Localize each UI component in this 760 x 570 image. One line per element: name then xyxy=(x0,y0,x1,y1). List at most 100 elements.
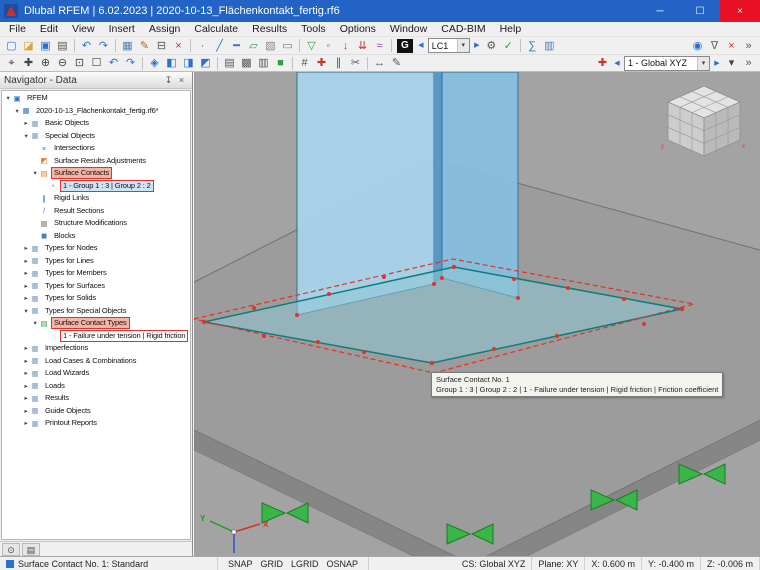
maximize-button[interactable]: ☐ xyxy=(680,0,720,22)
new-member-icon[interactable]: ━ xyxy=(228,38,245,54)
close-button[interactable]: × xyxy=(720,0,760,22)
visibility-icon[interactable]: ◉ xyxy=(689,38,706,54)
wireframe-display-icon[interactable]: ▤ xyxy=(221,55,238,71)
expander-right-icon[interactable]: ▸ xyxy=(22,369,30,377)
isometric-view-icon[interactable]: ◈ xyxy=(146,55,163,71)
new-hinge-icon[interactable]: ◦ xyxy=(320,38,337,54)
tree-item-intersections[interactable]: × Intersections xyxy=(2,142,190,155)
edit-mode-icon[interactable]: ✎ xyxy=(136,38,153,54)
tree-item-loads[interactable]: ▸ ▦ Loads xyxy=(2,380,190,393)
expander-down-icon[interactable]: ▾ xyxy=(31,169,39,177)
result-tables-icon[interactable]: ▥ xyxy=(541,38,558,54)
transparent-display-icon[interactable]: ▥ xyxy=(255,55,272,71)
view-y-icon[interactable]: ◨ xyxy=(180,55,197,71)
zoom-out-icon[interactable]: ⊖ xyxy=(54,55,71,71)
redo-icon[interactable]: ↷ xyxy=(95,38,112,54)
navigator-display-tab[interactable]: ▤ xyxy=(22,542,40,556)
coordinate-system-previous-button[interactable]: ◀ xyxy=(611,56,623,71)
tree-item-load-cases-combinations[interactable]: ▸ ▦ Load Cases & Combinations xyxy=(2,355,190,368)
previous-view-icon[interactable]: ↶ xyxy=(105,55,122,71)
tree-item-1-failure-under-tension-rigid-friction[interactable]: ▫ 1 - Failure under tension | Rigid frict… xyxy=(2,329,190,343)
expander-right-icon[interactable]: ▸ xyxy=(22,282,30,290)
tree-item-guide-objects[interactable]: ▸ ▦ Guide Objects xyxy=(2,405,190,418)
minimize-button[interactable]: ─ xyxy=(640,0,680,22)
imperfection-icon[interactable]: ≈ xyxy=(371,38,388,54)
nodal-load-icon[interactable]: ↓ xyxy=(337,38,354,54)
work-plane-icon[interactable]: ∥ xyxy=(330,55,347,71)
load-case-g-badge[interactable]: G xyxy=(397,38,413,53)
menu-insert[interactable]: Insert xyxy=(102,22,142,37)
tree-item-printout-reports[interactable]: ▸ ▦ Printout Reports xyxy=(2,417,190,430)
surface-load-icon[interactable]: ⇊ xyxy=(354,38,371,54)
expander-right-icon[interactable]: ▸ xyxy=(22,419,30,427)
new-solid-icon[interactable]: ▧ xyxy=(262,38,279,54)
wall-surface-right[interactable] xyxy=(441,72,519,299)
toggle-snap[interactable]: SNAP xyxy=(224,559,257,569)
menu-calculate[interactable]: Calculate xyxy=(187,22,245,37)
menu-assign[interactable]: Assign xyxy=(142,22,188,37)
new-surface-icon[interactable]: ▱ xyxy=(245,38,262,54)
zoom-window-icon[interactable]: ⊡ xyxy=(71,55,88,71)
dimensions-icon[interactable]: ↔ xyxy=(371,55,388,71)
tree-item-types-for-special-objects[interactable]: ▾ ▦ Types for Special Objects xyxy=(2,305,190,318)
toggle-grid[interactable]: GRID xyxy=(257,559,288,569)
coordinate-system-next-button[interactable]: ▶ xyxy=(711,56,723,71)
toggle-lgrid[interactable]: LGRID xyxy=(287,559,323,569)
undo-icon[interactable]: ↶ xyxy=(78,38,95,54)
pan-view-icon[interactable]: ✚ xyxy=(20,55,37,71)
model-viewport[interactable]: Y X Z x y Surface Contact No. 1 Group 1 … xyxy=(194,72,760,556)
view-z-icon[interactable]: ◩ xyxy=(197,55,214,71)
menu-edit[interactable]: Edit xyxy=(33,22,65,37)
tree-item-rigid-links[interactable]: ∥ Rigid Links xyxy=(2,192,190,205)
save-model-icon[interactable]: ▣ xyxy=(37,38,54,54)
tree-item-blocks[interactable]: ◼ Blocks xyxy=(2,230,190,243)
tree-item-structure-modifications[interactable]: ▦ Structure Modifications xyxy=(2,217,190,230)
expander-down-icon[interactable]: ▾ xyxy=(31,319,39,327)
tree-item-results[interactable]: ▸ ▦ Results xyxy=(2,392,190,405)
expander-right-icon[interactable]: ▸ xyxy=(22,257,30,265)
copy-object-icon[interactable]: ⊟ xyxy=(153,38,170,54)
snap-toggle-icon[interactable]: ✚ xyxy=(313,55,330,71)
tree-item-types-for-members[interactable]: ▸ ▦ Types for Members xyxy=(2,267,190,280)
tree-item-special-objects[interactable]: ▾ ▦ Special Objects xyxy=(2,130,190,143)
toggle-osnap[interactable]: OSNAP xyxy=(323,559,363,569)
menu-file[interactable]: File xyxy=(2,22,33,37)
status-coordinate-system[interactable]: CS: Global XYZ xyxy=(456,557,533,570)
expander-right-icon[interactable]: ▸ xyxy=(22,407,30,415)
calculate-all-icon[interactable]: ⚙ xyxy=(483,38,500,54)
tree-item-surface-results-adjustments[interactable]: ◩ Surface Results Adjustments xyxy=(2,155,190,168)
coordinate-system-menu-icon[interactable]: ▾ xyxy=(723,55,740,71)
shaded-display-icon[interactable]: ▩ xyxy=(238,55,255,71)
tree-item-types-for-solids[interactable]: ▸ ▦ Types for Solids xyxy=(2,292,190,305)
expander-down-icon[interactable]: ▾ xyxy=(13,107,21,115)
tree-item-surface-contacts[interactable]: ▾ ▤ Surface Contacts xyxy=(2,167,190,180)
tree-item-types-for-lines[interactable]: ▸ ▦ Types for Lines xyxy=(2,255,190,268)
coordinate-system-icon[interactable]: ✚ xyxy=(594,55,611,71)
expander-right-icon[interactable]: ▸ xyxy=(22,382,30,390)
filter-icon[interactable]: ∇ xyxy=(706,38,723,54)
load-case-combo[interactable]: LC1 ▾ xyxy=(427,38,470,53)
comment-icon[interactable]: ✎ xyxy=(388,55,405,71)
expander-down-icon[interactable]: ▾ xyxy=(22,307,30,315)
menu-tools[interactable]: Tools xyxy=(294,22,333,37)
expander-right-icon[interactable]: ▸ xyxy=(22,294,30,302)
expander-right-icon[interactable]: ▸ xyxy=(22,344,30,352)
menu-options[interactable]: Options xyxy=(333,22,383,37)
calculation-check-icon[interactable]: ✓ xyxy=(500,38,517,54)
load-case-combo-dropdown-arrow[interactable]: ▾ xyxy=(456,39,469,52)
tree-item-surface-contact-types[interactable]: ▾ ▤ Surface Contact Types xyxy=(2,317,190,330)
tree-item-rfem[interactable]: ▾ ▣ RFEM xyxy=(2,92,190,105)
menu-window[interactable]: Window xyxy=(383,22,434,37)
tree-item-1-group-1-3-group-2-2[interactable]: ▪ 1 - Group 1 : 3 | Group 2 : 2 xyxy=(2,179,190,193)
tree-item-basic-objects[interactable]: ▸ ▦ Basic Objects xyxy=(2,117,190,130)
new-line-icon[interactable]: ╱ xyxy=(211,38,228,54)
pin-icon[interactable]: ↧ xyxy=(162,75,175,86)
expander-down-icon[interactable]: ▾ xyxy=(4,94,12,102)
menu-results[interactable]: Results xyxy=(245,22,294,37)
load-case-previous-button[interactable]: ◀ xyxy=(415,38,427,53)
expander-right-icon[interactable]: ▸ xyxy=(22,357,30,365)
new-opening-icon[interactable]: ▭ xyxy=(279,38,296,54)
coordinate-system-combo-dropdown-arrow[interactable]: ▾ xyxy=(697,56,709,70)
zoom-in-icon[interactable]: ⊕ xyxy=(37,55,54,71)
status-work-plane[interactable]: Plane: XY xyxy=(532,557,586,570)
